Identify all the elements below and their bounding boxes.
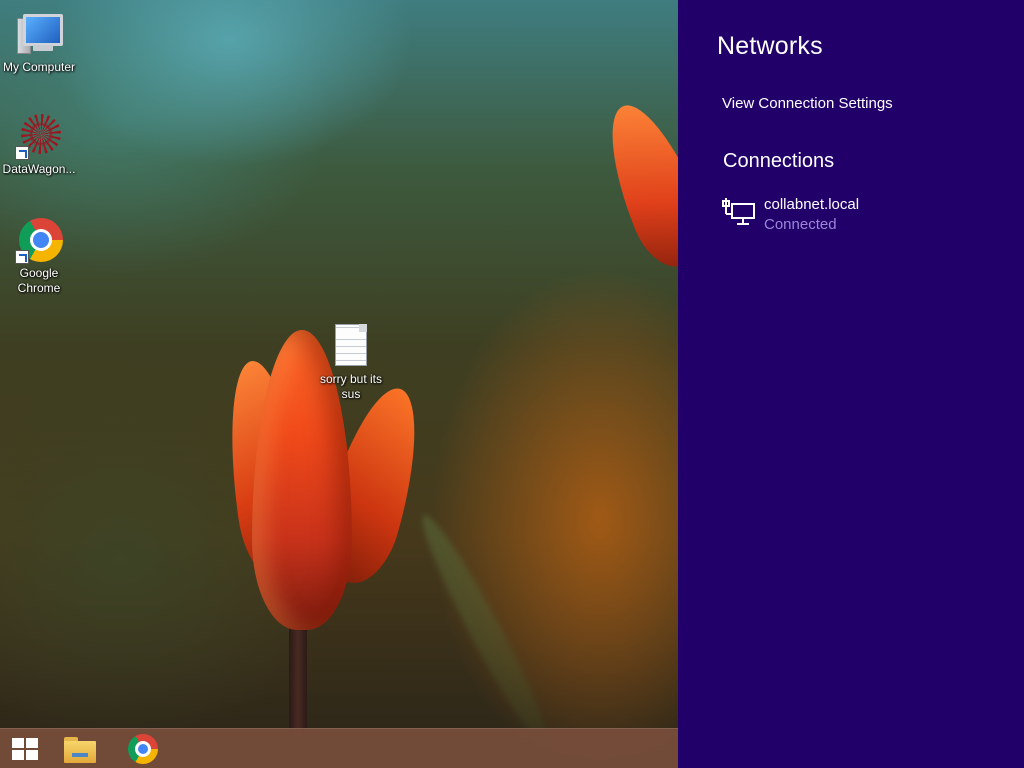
- desktop-icon-datawagon[interactable]: DataWagon...: [0, 112, 78, 177]
- shortcut-arrow-icon: [15, 250, 29, 264]
- wallpaper-leaf: [410, 508, 560, 752]
- desktop-icon-text-file[interactable]: sorry but its sus: [311, 322, 391, 402]
- connection-name: collabnet.local: [764, 196, 860, 213]
- windows-logo-icon: [12, 738, 38, 760]
- view-connection-settings-link[interactable]: View Connection Settings: [722, 95, 893, 112]
- taskbar: [0, 728, 678, 768]
- networks-panel: Networks View Connection Settings Connec…: [678, 0, 1024, 768]
- start-button[interactable]: [0, 729, 48, 768]
- chrome-icon: [15, 216, 63, 264]
- panel-title: Networks: [717, 32, 823, 60]
- wired-network-icon: [722, 198, 755, 225]
- datawagon-icon: [15, 112, 63, 160]
- shortcut-arrow-icon: [15, 146, 29, 160]
- desktop-icon-google-chrome[interactable]: Google Chrome: [0, 216, 78, 296]
- desktop-wallpaper: My Computer DataWagon... Google Chrome s…: [0, 0, 678, 768]
- chrome-icon: [128, 734, 158, 764]
- text-file-icon: [327, 322, 375, 370]
- desktop-icon-my-computer[interactable]: My Computer: [0, 10, 78, 75]
- wallpaper-petal-top-right: [590, 93, 678, 277]
- taskbar-google-chrome[interactable]: [120, 729, 168, 768]
- connections-heading: Connections: [723, 150, 835, 172]
- desktop-icon-label: Google Chrome: [17, 266, 61, 295]
- desktop-icon-label: My Computer: [2, 60, 76, 74]
- desktop-icon-label: DataWagon...: [2, 162, 76, 176]
- desktop-icon-label: sorry but its sus: [319, 372, 382, 401]
- taskbar-file-explorer[interactable]: [56, 729, 104, 768]
- computer-icon: [15, 10, 63, 58]
- connection-status: Connected: [764, 216, 837, 233]
- connection-item[interactable]: collabnet.local Connected: [722, 192, 992, 240]
- folder-icon: [64, 737, 96, 763]
- screen: My Computer DataWagon... Google Chrome s…: [0, 0, 1024, 768]
